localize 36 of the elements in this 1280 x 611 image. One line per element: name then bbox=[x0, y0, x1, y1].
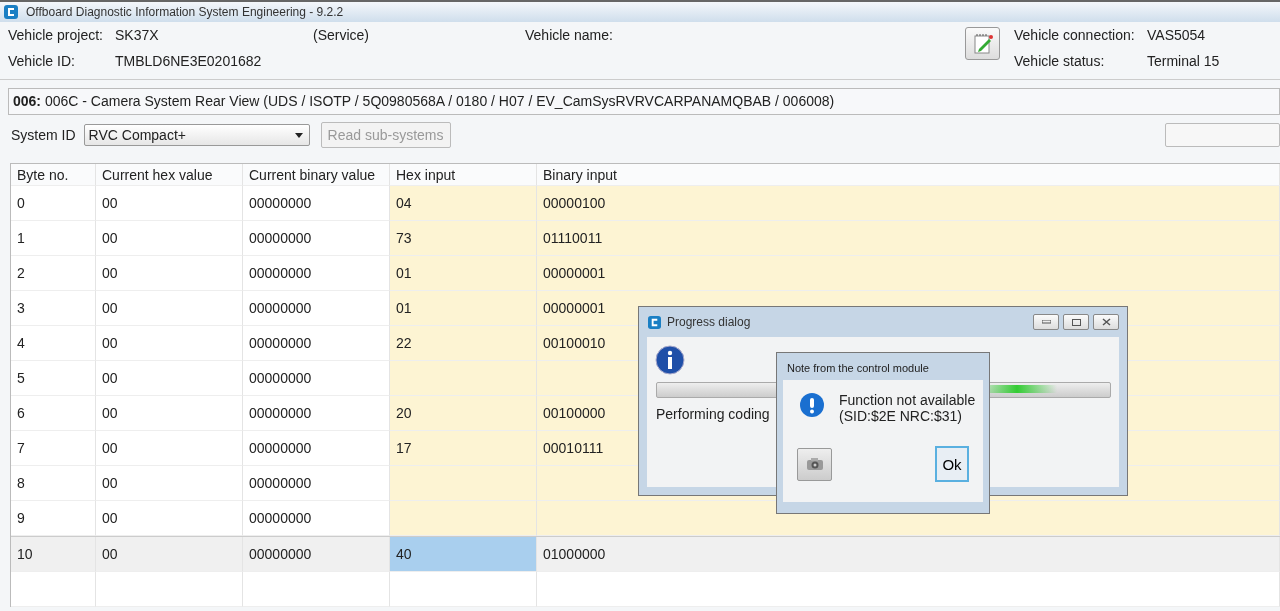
table-cell: 00 bbox=[96, 431, 243, 466]
table-cell: 2 bbox=[11, 256, 96, 291]
field-value: VAS5054 bbox=[1147, 27, 1207, 43]
table-cell: 00 bbox=[96, 326, 243, 361]
table-cell: 3 bbox=[11, 291, 96, 326]
table-cell: 00 bbox=[96, 221, 243, 256]
window-title: Offboard Diagnostic Information System Engineering - 9.2.2 bbox=[26, 5, 344, 19]
field-label: Vehicle connection: bbox=[1014, 27, 1136, 43]
dialog-title: Note from the control module bbox=[786, 361, 930, 376]
table-cell: 5 bbox=[11, 361, 96, 396]
table-cell: 00 bbox=[96, 186, 243, 221]
table-cell: 6 bbox=[11, 396, 96, 431]
field-label: System ID bbox=[11, 127, 76, 143]
field-label: Vehicle name: bbox=[525, 27, 614, 43]
dialog-title: Progress dialog bbox=[667, 315, 751, 329]
field-value: SK37X bbox=[115, 27, 160, 43]
table-cell: 7 bbox=[11, 431, 96, 466]
field-value: (Service) bbox=[313, 27, 370, 43]
table-cell: 00 bbox=[96, 396, 243, 431]
field-value: TMBLD6NE3E0201682 bbox=[115, 53, 263, 69]
table-cell: 00 bbox=[96, 466, 243, 501]
module-info-bar: 006: 006C - Camera System Rear View (UDS / ISOTP / 5Q0980568A / 0180 / H07 / EV_CamSysRVRVCARPANAMQBAB / 006008) bbox=[8, 88, 1280, 115]
field-label: Vehicle ID: bbox=[8, 53, 76, 69]
field-label: Vehicle status: bbox=[1014, 53, 1106, 69]
table-cell: 0 bbox=[11, 186, 96, 221]
table-cell: 8 bbox=[11, 466, 96, 501]
error-code: (SID:$2E NRC:$31) bbox=[839, 408, 963, 424]
table-cell: 00 bbox=[96, 361, 243, 396]
field-value: Terminal 15 bbox=[1147, 53, 1220, 69]
field-label: Vehicle project: bbox=[8, 27, 104, 43]
table-cell: 00 bbox=[96, 256, 243, 291]
table-cell: 1 bbox=[11, 221, 96, 256]
table-cell: 00 bbox=[96, 291, 243, 326]
status-message: Performing coding bbox=[656, 406, 770, 422]
table-cell: 4 bbox=[11, 326, 96, 361]
error-message: Function not available bbox=[839, 392, 976, 408]
